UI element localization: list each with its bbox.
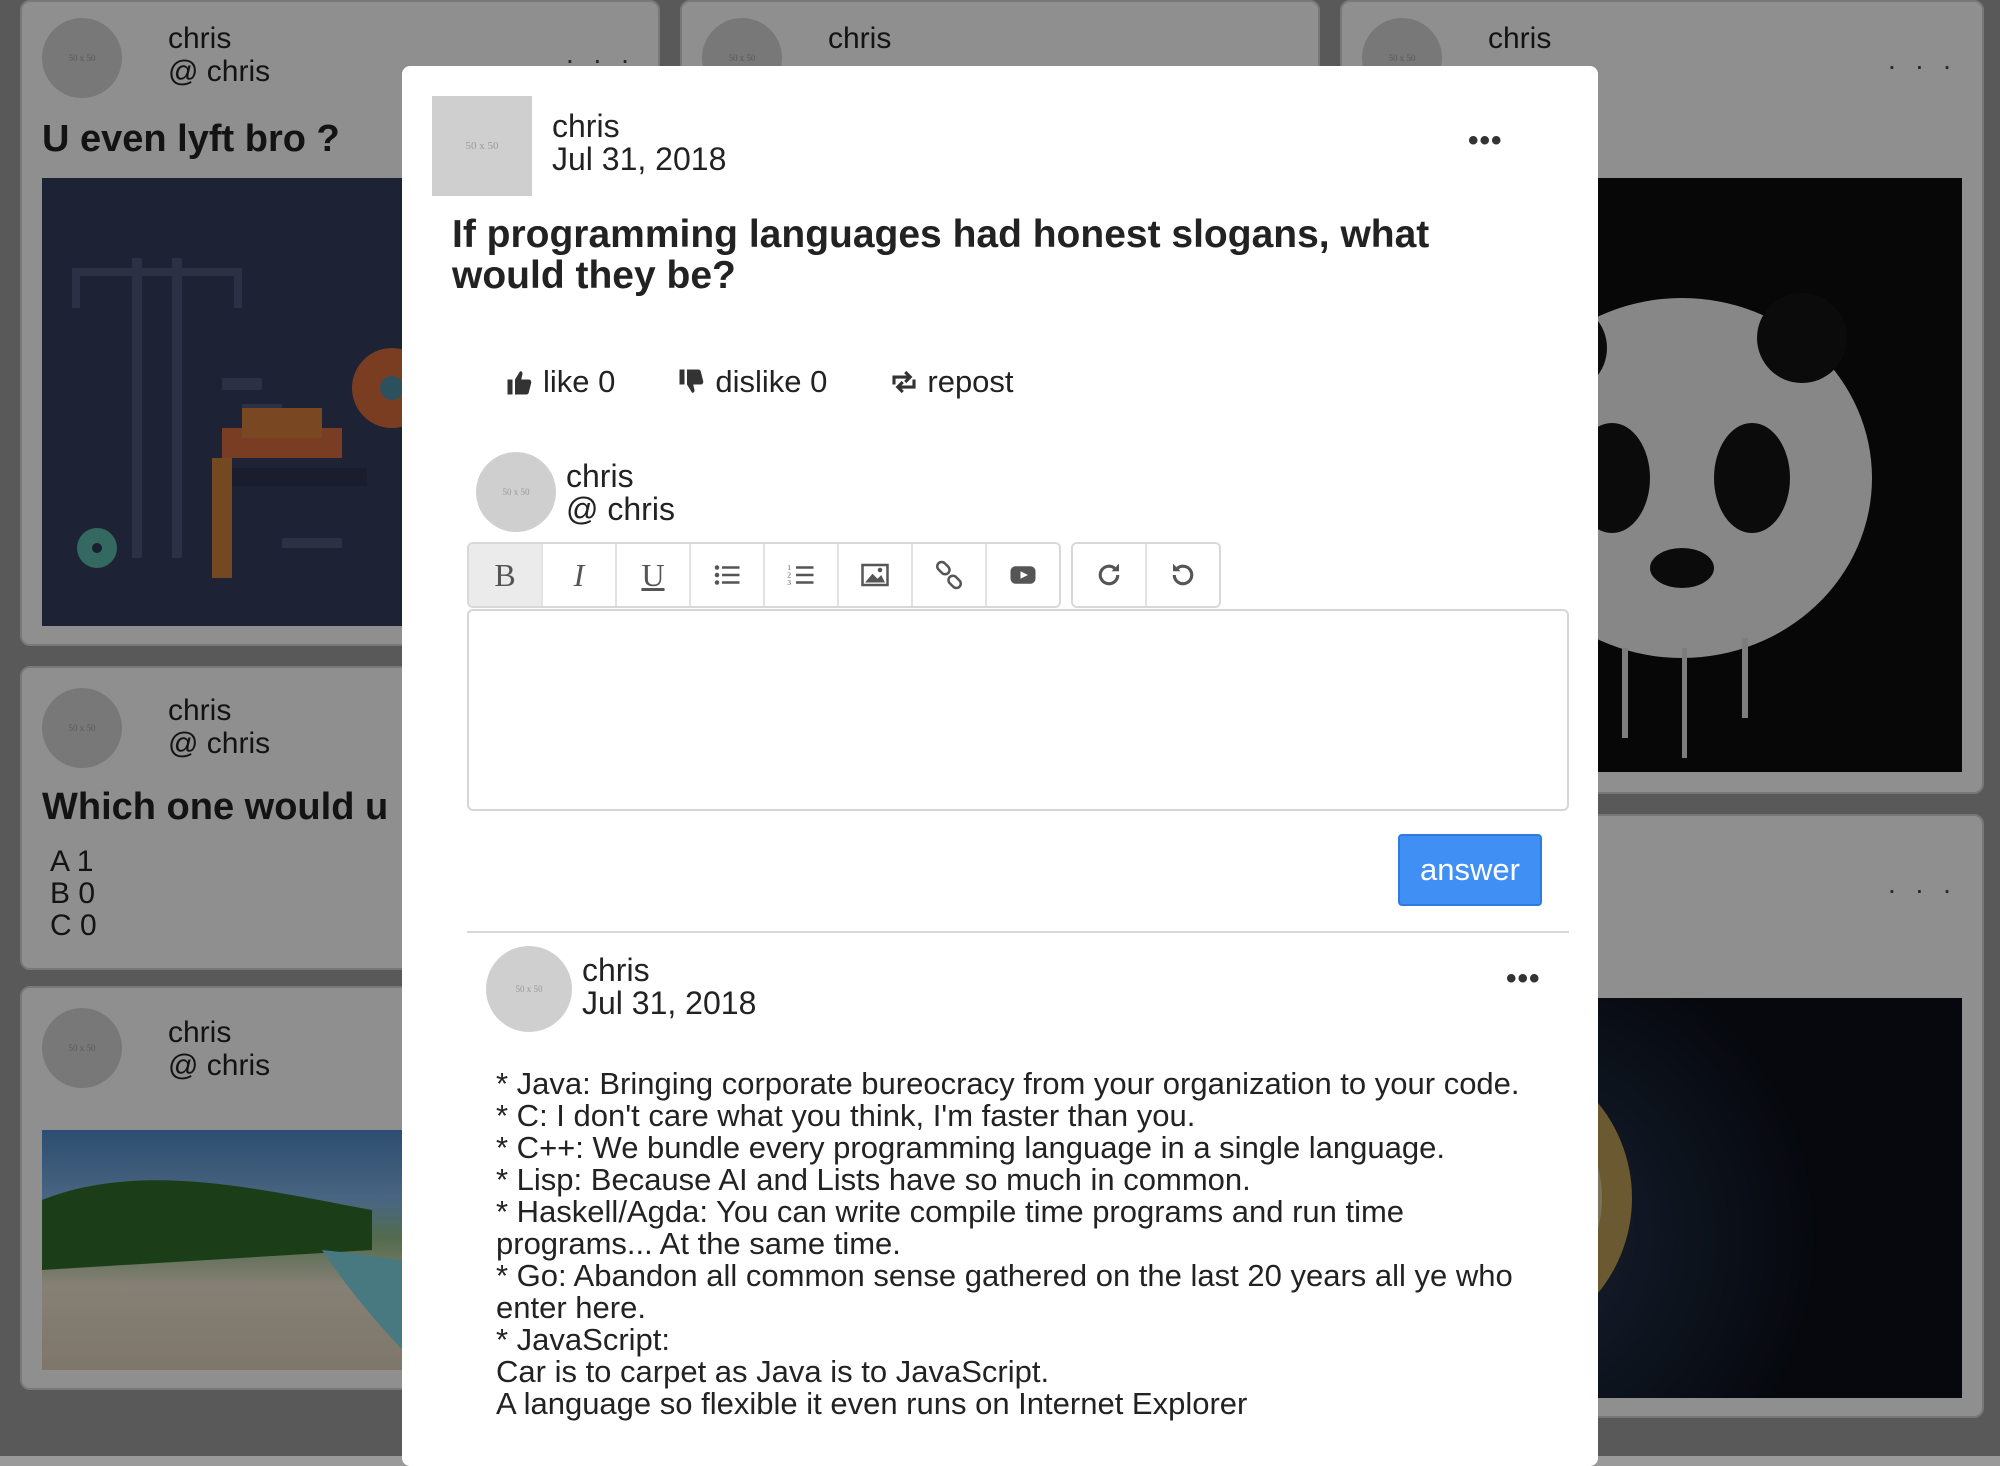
post-actions: like 0 dislike 0 repost: [505, 364, 1014, 400]
link-button[interactable]: [913, 544, 987, 606]
post-title: If programming languages had honest slog…: [452, 213, 1430, 297]
dislike-label: dislike 0: [715, 364, 828, 399]
video-icon: [1010, 566, 1036, 584]
dislike-button[interactable]: dislike 0: [677, 364, 827, 400]
answer-menu-icon[interactable]: •••: [1506, 962, 1541, 996]
answer-body: * Java: Bringing corporate bureocracy fr…: [496, 1068, 1526, 1420]
post-meta: chris Jul 31, 2018: [552, 110, 726, 176]
composer-user: chris @ chris: [566, 460, 675, 526]
svg-text:3: 3: [787, 578, 791, 587]
format-group: B I U 123: [467, 542, 1061, 608]
answer-button[interactable]: answer: [1398, 834, 1542, 906]
post-menu-icon[interactable]: •••: [1468, 124, 1503, 158]
answer-line: * Haskell/Agda: You can write compile ti…: [496, 1194, 1413, 1261]
answer-avatar: 50 x 50: [486, 946, 572, 1032]
unordered-list-icon: [714, 565, 740, 585]
repost-label: repost: [927, 364, 1014, 399]
answer-line: * Lisp: Because AI and Lists have so muc…: [496, 1162, 1251, 1197]
author-avatar: 50 x 50: [432, 96, 532, 196]
composer-avatar: 50 x 50: [476, 452, 556, 532]
divider: [467, 931, 1569, 933]
bold-button[interactable]: B: [469, 544, 543, 606]
answer-author: chris: [582, 952, 650, 988]
answer-line: * Go: Abandon all common sense gathered …: [496, 1258, 1522, 1325]
author-name: chris: [552, 108, 620, 144]
redo-button[interactable]: [1073, 544, 1147, 606]
answer-meta: chris Jul 31, 2018: [582, 954, 756, 1020]
repost-icon: [892, 370, 916, 394]
ordered-list-button[interactable]: 123: [765, 544, 839, 606]
editor-toolbar: B I U 123: [467, 542, 1221, 608]
history-group: [1071, 542, 1221, 608]
unordered-list-button[interactable]: [691, 544, 765, 606]
ordered-list-icon: 123: [787, 563, 814, 587]
answer-line: * C++: We bundle every programming langu…: [496, 1130, 1445, 1165]
post-modal: 50 x 50 chris Jul 31, 2018 ••• If progra…: [402, 66, 1598, 1466]
redo-icon: [1098, 563, 1120, 586]
like-button[interactable]: like 0: [505, 364, 615, 400]
post-date: Jul 31, 2018: [552, 141, 727, 177]
thumbs-down-icon: [679, 369, 704, 393]
answer-line: A language so flexible it even runs on I…: [496, 1386, 1248, 1421]
repost-button[interactable]: repost: [889, 364, 1014, 400]
answer-line: * C: I don't care what you think, I'm fa…: [496, 1098, 1196, 1133]
like-label: like 0: [543, 364, 616, 399]
composer-name: chris: [566, 458, 634, 494]
video-button[interactable]: [987, 544, 1059, 606]
answer-editor[interactable]: [467, 609, 1569, 811]
answer-line: * JavaScript:: [496, 1322, 671, 1357]
italic-button[interactable]: I: [543, 544, 617, 606]
image-button[interactable]: [839, 544, 913, 606]
composer-handle: @ chris: [566, 491, 675, 527]
image-icon: [861, 563, 889, 587]
answer-line: Car is to carpet as Java is to JavaScrip…: [496, 1354, 1050, 1389]
answer-date: Jul 31, 2018: [582, 985, 757, 1021]
answer-line: * Java: Bringing corporate bureocracy fr…: [496, 1066, 1520, 1101]
undo-button[interactable]: [1147, 544, 1219, 606]
link-icon: [935, 560, 963, 590]
thumbs-up-icon: [507, 371, 532, 395]
undo-icon: [1172, 563, 1194, 586]
underline-button[interactable]: U: [617, 544, 691, 606]
